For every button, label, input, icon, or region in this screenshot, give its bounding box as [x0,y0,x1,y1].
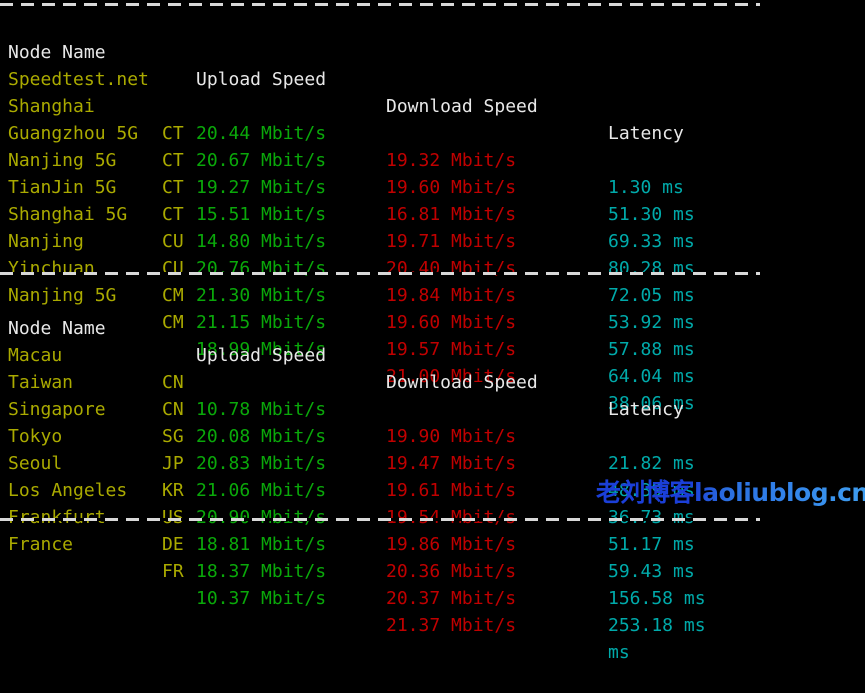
cell-isp: FR [162,561,184,582]
table-header-row: Node Name Upload Speed Download Speed La… [0,12,865,144]
cell-download-speed: 21.37 Mbit/s [386,615,517,636]
table-row: Seoul KR 20.90 Mbit/s 19.86 Mbit/s 59.43… [0,423,865,582]
table-row: Taiwan CN 20.08 Mbit/s 19.47 Mbit/s 48.3… [0,342,865,501]
table-row: Singapore SG 20.83 Mbit/s 19.61 Mbit/s 3… [0,369,865,528]
cell-upload-speed: 18.37 Mbit/s [196,561,327,582]
watermark-overlay: 老刘博客laoliublog.cn [596,479,865,507]
cell-upload-speed: 10.37 Mbit/s [196,588,327,609]
cell-upload-speed: 18.81 Mbit/s [196,534,327,555]
cell-latency: 253.18 ms [608,615,706,636]
table-header-row: Node Name Upload Speed Download Speed La… [0,288,865,420]
cell-latency: ms [608,642,630,663]
cell-download-speed: 19.86 Mbit/s [386,534,517,555]
table-row: Guangzhou 5G CT 19.27 Mbit/s 16.81 Mbit/… [0,93,865,252]
cell-download-speed: 20.36 Mbit/s [386,561,517,582]
terminal-window: Node Name Upload Speed Download Speed La… [0,0,865,663]
table-row: Nanjing CU 21.30 Mbit/s 19.60 Mbit/s 57.… [0,201,865,360]
table-row: Los Angeles US 18.81 Mbit/s 20.36 Mbit/s… [0,450,865,609]
cell-isp: DE [162,534,184,555]
separator-line-middle [0,272,760,275]
separator-line-top [0,3,760,6]
watermark-cjk-text: 老刘博客 [596,478,695,507]
table-row: Macau CN 10.78 Mbit/s 19.90 Mbit/s 21.82… [0,315,865,474]
speedtest-table-domestic: Node Name Upload Speed Download Speed La… [0,12,865,414]
table-row: Nanjing 5G CT 15.51 Mbit/s 19.71 Mbit/s … [0,120,865,279]
table-row: Shanghai 5G CU 20.76 Mbit/s 19.84 Mbit/s… [0,174,865,333]
cell-latency: 59.43 ms [608,561,695,582]
separator-line-bottom [0,518,760,521]
cell-download-speed: 20.37 Mbit/s [386,588,517,609]
table-row: Nanjing 5G CM 18.99 Mbit/s 21.00 Mbit/s … [0,255,865,414]
table-row: TianJin 5G CT 14.80 Mbit/s 20.40 Mbit/s … [0,147,865,306]
table-row: Yinchuan CM 21.15 Mbit/s 19.57 Mbit/s 64… [0,228,865,387]
cell-latency: 51.17 ms [608,534,695,555]
table-row: Shanghai CT 20.67 Mbit/s 19.60 Mbit/s 51… [0,66,865,225]
table-row: Tokyo JP 21.06 Mbit/s 19.54 Mbit/s 51.17… [0,396,865,555]
cell-node-name: France [8,534,74,555]
watermark-domain-text: laoliublog.cn [694,478,865,507]
cell-latency: 156.58 ms [608,588,706,609]
table-row: Speedtest.net 20.44 Mbit/s 19.32 Mbit/s … [0,39,865,198]
